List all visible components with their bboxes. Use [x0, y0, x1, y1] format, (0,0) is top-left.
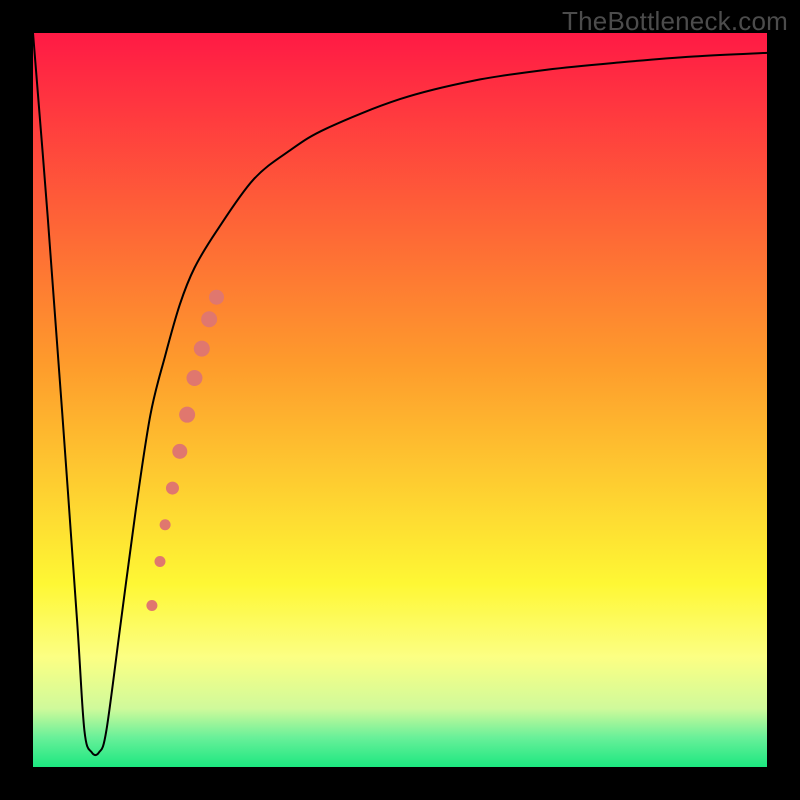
highlight-point: [179, 407, 195, 423]
highlight-point: [166, 482, 179, 495]
highlight-point: [186, 370, 202, 386]
highlight-point: [154, 556, 165, 567]
bottleneck-curve: [33, 33, 767, 755]
plot-area: [33, 33, 767, 767]
highlight-point: [160, 519, 171, 530]
highlight-point: [172, 444, 187, 459]
highlight-point: [194, 341, 210, 357]
highlight-markers: [146, 290, 224, 611]
chart-container: { "watermark": "TheBottleneck.com", "cha…: [0, 0, 800, 800]
highlight-point: [146, 600, 157, 611]
curve-layer: [33, 33, 767, 767]
highlight-point: [209, 290, 224, 305]
watermark-text: TheBottleneck.com: [562, 6, 788, 37]
highlight-point: [201, 311, 217, 327]
